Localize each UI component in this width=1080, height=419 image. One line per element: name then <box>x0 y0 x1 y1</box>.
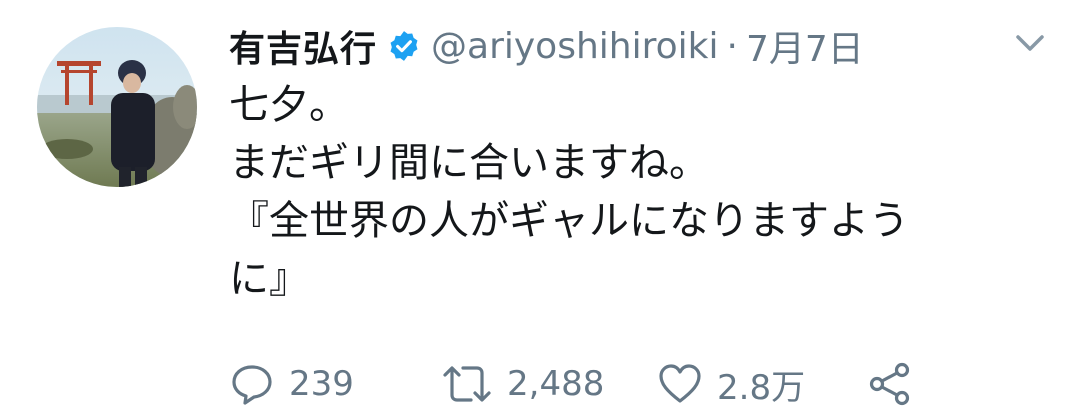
tweet-actions: 239 2,488 2.8万 <box>229 358 929 410</box>
user-handle[interactable]: @ariyoshihiroiki <box>431 26 718 67</box>
tweet-card[interactable]: 有吉弘行 @ariyoshihiroiki · 7月7日 七夕。 まだギリ間に合… <box>0 0 1080 419</box>
like-count: 2.8万 <box>717 367 806 408</box>
retweet-count: 2,488 <box>507 364 605 404</box>
retweet-icon <box>443 366 491 402</box>
share-button[interactable] <box>867 358 913 410</box>
tweet-date[interactable]: 7月7日 <box>746 20 864 72</box>
verified-badge-icon <box>390 31 418 61</box>
heart-icon <box>659 364 701 403</box>
tweet-text-line: 七夕。 <box>229 82 349 128</box>
reply-icon <box>232 365 272 405</box>
avatar[interactable] <box>37 27 197 187</box>
retweet-button[interactable]: 2,488 <box>441 358 604 410</box>
like-button[interactable]: 2.8万 <box>657 358 805 410</box>
tweet-text-line: まだギリ間に合いますね。 <box>229 140 709 186</box>
avatar-photo <box>37 27 197 187</box>
reply-count: 239 <box>289 364 354 404</box>
tweet-text-line: に』 <box>229 256 309 302</box>
tweet-header: 有吉弘行 @ariyoshihiroiki · 7月7日 <box>229 18 864 74</box>
tweet-text-line: 『全世界の人がギャルになりますよう <box>229 198 909 244</box>
chevron-down-icon[interactable] <box>1010 28 1050 58</box>
share-icon <box>869 362 910 406</box>
display-name[interactable]: 有吉弘行 <box>229 20 377 72</box>
reply-button[interactable]: 239 <box>229 358 354 410</box>
separator-dot: · <box>726 25 738 67</box>
tweet-text: 七夕。 まだギリ間に合いますね。 『全世界の人がギャルになりますよう に』 <box>229 76 1029 308</box>
